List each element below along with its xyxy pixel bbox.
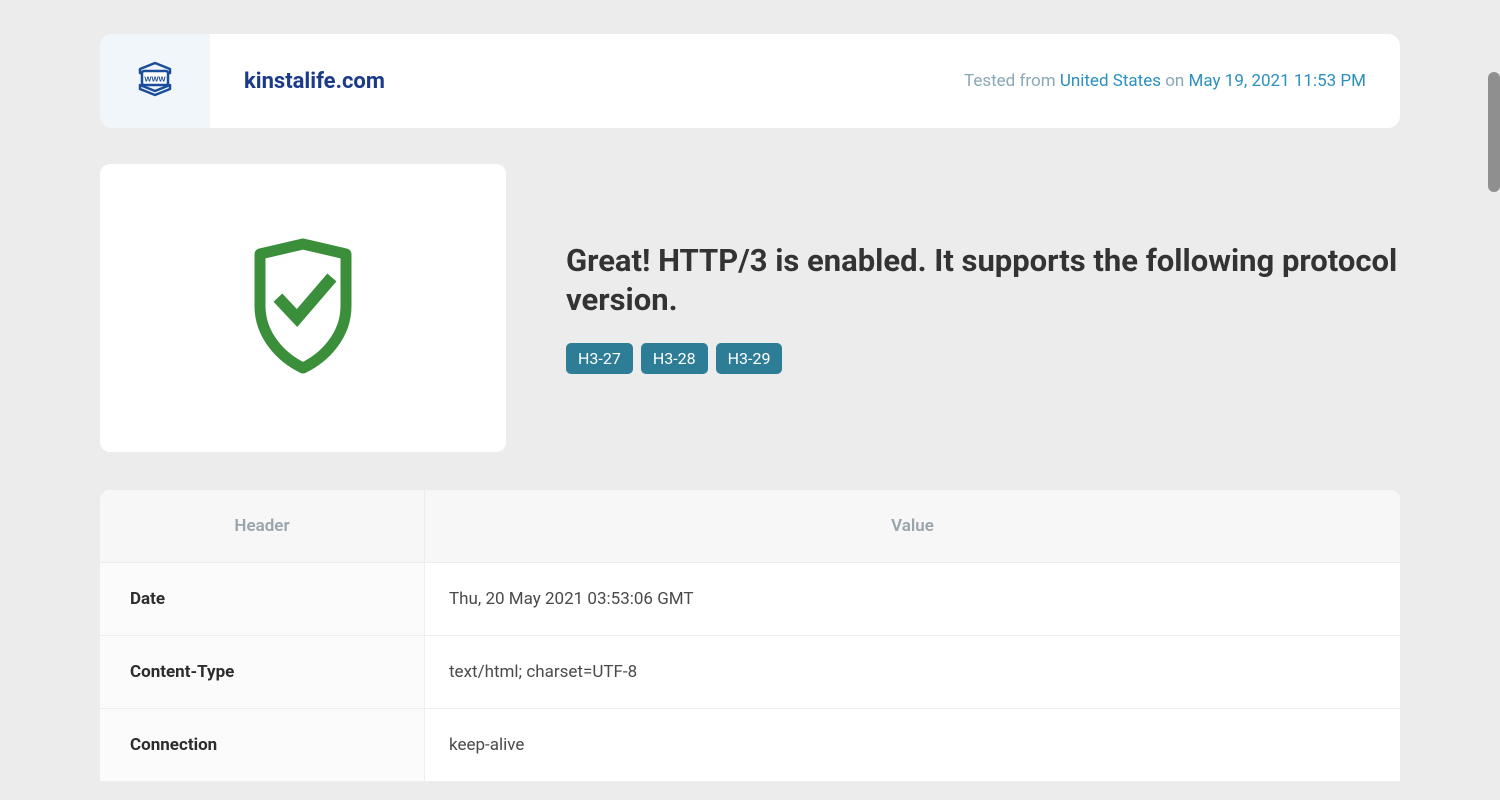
on-label: on <box>1165 71 1184 91</box>
tested-domain: kinstalife.com <box>244 69 385 94</box>
table-row: Content-Type text/html; charset=UTF-8 <box>100 636 1400 709</box>
table-row: Date Thu, 20 May 2021 03:53:06 GMT <box>100 563 1400 636</box>
row-value: keep-alive <box>425 709 1400 781</box>
result-text: Great! HTTP/3 is enabled. It supports th… <box>566 242 1400 375</box>
col-value-label: Value <box>425 490 1400 562</box>
test-meta: Tested from United States on May 19, 202… <box>964 71 1366 91</box>
table-head: Header Value <box>100 490 1400 563</box>
svg-text:WWW: WWW <box>144 75 166 84</box>
row-header: Content-Type <box>100 636 425 708</box>
col-header-label: Header <box>100 490 425 562</box>
table-row: Connection keep-alive <box>100 709 1400 782</box>
www-badge-icon: WWW <box>133 57 177 105</box>
header-body: kinstalife.com Tested from United States… <box>210 34 1400 128</box>
row-header: Date <box>100 563 425 635</box>
headers-table: Header Value Date Thu, 20 May 2021 03:53… <box>100 490 1400 782</box>
status-card <box>100 164 506 452</box>
result-header-bar: WWW kinstalife.com Tested from United St… <box>100 34 1400 128</box>
protocol-badges: H3-27 H3-28 H3-29 <box>566 343 1400 374</box>
protocol-badge: H3-29 <box>716 343 783 374</box>
row-header: Connection <box>100 709 425 781</box>
page-container: WWW kinstalife.com Tested from United St… <box>0 0 1500 800</box>
row-value: Thu, 20 May 2021 03:53:06 GMT <box>425 563 1400 635</box>
protocol-badge: H3-28 <box>641 343 708 374</box>
www-icon-box: WWW <box>100 34 210 128</box>
tested-from-label: Tested from <box>964 71 1056 91</box>
result-block: Great! HTTP/3 is enabled. It supports th… <box>100 164 1400 452</box>
protocol-badge: H3-27 <box>566 343 633 374</box>
result-heading: Great! HTTP/3 is enabled. It supports th… <box>566 242 1400 320</box>
tested-location: United States <box>1060 71 1161 91</box>
scrollbar-thumb[interactable] <box>1488 72 1500 192</box>
tested-datetime: May 19, 2021 11:53 PM <box>1189 71 1366 91</box>
shield-check-icon <box>238 236 368 380</box>
row-value: text/html; charset=UTF-8 <box>425 636 1400 708</box>
